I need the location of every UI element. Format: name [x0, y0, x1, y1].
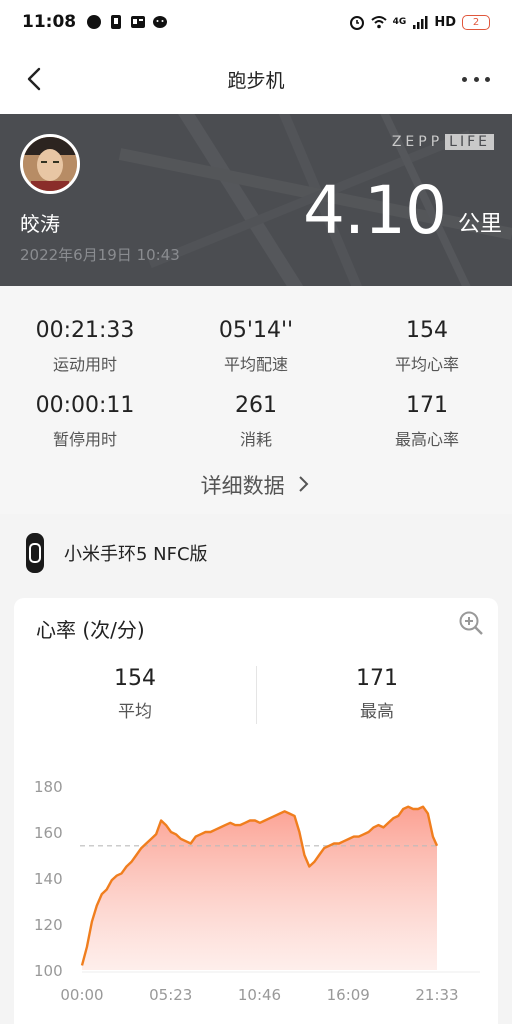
- distance-value: 4.10: [303, 172, 447, 249]
- wifi-icon: [371, 16, 387, 29]
- more-dot-icon: [485, 76, 490, 82]
- network-type: 4G: [392, 17, 407, 27]
- more-options-button[interactable]: [462, 66, 490, 92]
- back-arrow-icon[interactable]: [20, 64, 50, 94]
- stat-avg-heart-rate: 154 平均心率: [342, 318, 512, 375]
- chat-bubble-icon: [87, 15, 102, 29]
- notification-icons: [86, 14, 168, 30]
- details-link[interactable]: 详细数据: [0, 470, 512, 500]
- stat-label: 运动用时: [52, 355, 117, 374]
- stat-pause-time: 00:00:11 暂停用时: [0, 393, 170, 450]
- heart-rate-card: 心率 (次/分) 154 平均 171 最高 100 120 140 160 180 0…: [14, 598, 498, 1024]
- stat-value: 154: [406, 318, 448, 343]
- run-date: 2022年6月19日 10:43: [20, 246, 180, 264]
- stat-label: 最高心率: [394, 430, 459, 449]
- stat-label: 消耗: [239, 430, 272, 449]
- zepp-life-logo: ZEPP LIFE: [392, 134, 494, 150]
- hd-indicator: HD: [434, 14, 456, 30]
- run-summary-header: 皎涛 2022年6月19日 10:43 ZEPP LIFE 4.10 公里: [0, 114, 512, 286]
- stat-max-heart-rate: 171 最高心率: [342, 393, 512, 450]
- brand-life: LIFE: [445, 134, 494, 150]
- stat-pace: 05'14'' 平均配速: [171, 318, 341, 375]
- x-tick-label: 10:46: [238, 986, 281, 1004]
- battery-level: 2: [472, 16, 480, 28]
- heart-rate-chart: 100 120 140 160 180 00:00 05:23 10:46 16:09 21:3…: [34, 778, 480, 1004]
- y-tick-label: 100: [34, 962, 63, 980]
- avatar[interactable]: [20, 134, 80, 194]
- y-tick-label: 180: [34, 778, 63, 796]
- heart-rate-area: [82, 806, 437, 970]
- x-tick-label: 16:09: [327, 986, 370, 1004]
- stat-label: 平均心率: [394, 355, 459, 374]
- stat-value: 261: [235, 393, 277, 418]
- x-tick-label: 21:33: [415, 986, 458, 1004]
- x-tick-label: 05:23: [149, 986, 192, 1004]
- status-time: 11:08: [22, 12, 77, 32]
- stat-calories: 261 消耗: [171, 393, 341, 450]
- signal-icon: [413, 16, 428, 29]
- more-dot-icon: [462, 76, 467, 82]
- stats-grid: 00:21:33 运动用时 05'14'' 平均配速 154 平均心率 00:0…: [0, 286, 512, 514]
- device-name: 小米手环5 NFC版: [64, 544, 208, 565]
- alarm-clock-icon: [349, 16, 364, 30]
- chevron-right-icon: [299, 476, 309, 492]
- details-link-label: 详细数据: [200, 474, 285, 498]
- stat-duration: 00:21:33 运动用时: [0, 318, 170, 375]
- stat-value: 05'14'': [218, 318, 294, 343]
- sim-card-icon: [111, 15, 122, 29]
- more-dot-icon: [473, 76, 479, 82]
- stat-label: 暂停用时: [52, 430, 117, 449]
- user-name: 皎涛: [20, 212, 60, 236]
- y-tick-label: 160: [34, 824, 63, 842]
- battery-icon: 2: [462, 14, 490, 30]
- stat-value: 171: [406, 393, 448, 418]
- stat-value: 00:00:11: [35, 393, 135, 418]
- y-tick-label: 140: [34, 870, 63, 888]
- y-tick-label: 120: [34, 916, 63, 934]
- x-tick-label: 00:00: [60, 986, 103, 1004]
- news-app-icon: [131, 16, 146, 28]
- wechat-icon: [153, 16, 168, 28]
- device-row[interactable]: 小米手环5 NFC版: [0, 530, 512, 576]
- fitness-band-icon: [26, 533, 44, 573]
- page-title: 跑步机: [227, 69, 285, 92]
- avatar-image: [23, 137, 77, 191]
- nav-bar: 跑步机: [0, 44, 512, 114]
- status-bar: 11:08 4G HD 2: [0, 0, 512, 44]
- status-right: 4G HD 2: [349, 14, 490, 30]
- distance-unit: 公里: [457, 212, 502, 237]
- stat-value: 00:21:33: [35, 318, 135, 343]
- stat-label: 平均配速: [223, 355, 288, 374]
- brand-zepp: ZEPP: [391, 134, 444, 150]
